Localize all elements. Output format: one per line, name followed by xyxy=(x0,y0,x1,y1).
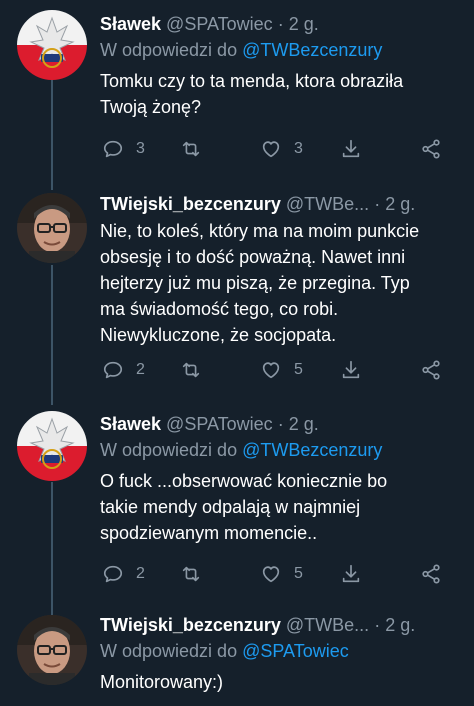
action-bar: 2 5 xyxy=(100,359,450,383)
reply-context: W odpowiedzi do @TWBezcenzury xyxy=(100,438,462,462)
retweet-icon xyxy=(182,362,200,378)
tweet-text: O fuck ...obserwować koniecznie bo takie… xyxy=(100,468,462,546)
tweet-text-line: ma świadomość tego, co robi. xyxy=(100,299,339,319)
retweet-button[interactable] xyxy=(180,138,202,160)
share-menu-button[interactable] xyxy=(420,563,442,585)
man-glasses-icon xyxy=(17,615,87,685)
reply-prefix: W odpowiedzi do xyxy=(100,641,238,661)
heart-icon xyxy=(262,141,280,158)
timestamp[interactable]: 2 g. xyxy=(385,192,415,216)
reply-prefix: W odpowiedzi do xyxy=(100,40,238,60)
reply-mention-link[interactable]: @TWBezcenzury xyxy=(242,440,382,460)
tweet[interactable]: Sławek @SPATowiec · 2 g. W odpowiedzi do… xyxy=(0,405,474,615)
author-name[interactable]: TWiejski_bezcenzury xyxy=(100,192,281,216)
police-logo-icon xyxy=(17,411,87,481)
heart-icon xyxy=(262,362,280,379)
like-button[interactable]: 5 xyxy=(260,359,303,381)
tweet[interactable]: TWiejski_bezcenzury @TWBe... · 2 g. W od… xyxy=(0,615,474,706)
tweet[interactable]: TWiejski_bezcenzury @TWBe... · 2 g. Nie,… xyxy=(0,185,474,405)
tweet-text-line: hejterzy już mu piszą, że przegina. Typ xyxy=(100,273,410,293)
author-handle[interactable]: @TWBe... xyxy=(286,613,369,637)
heart-icon xyxy=(262,566,280,583)
tweet-text: Nie, to koleś, który ma na moim punkcie … xyxy=(100,218,462,348)
action-bar: 2 5 xyxy=(100,563,450,587)
tweet-text: Tomku czy to ta menda, ktora obraziła Tw… xyxy=(100,68,462,120)
tweet-text-line: obsesję i to dość poważną. Nawet inni xyxy=(100,247,406,267)
reply-icon xyxy=(103,361,123,379)
timestamp[interactable]: 2 g. xyxy=(289,412,319,436)
reply-prefix: W odpowiedzi do xyxy=(100,440,238,460)
like-button[interactable]: 3 xyxy=(260,138,303,160)
retweet-button[interactable] xyxy=(180,563,202,585)
like-count: 5 xyxy=(294,361,303,378)
author-handle[interactable]: @SPATowiec xyxy=(166,412,273,436)
tweet-text-line: Monitorowany:) xyxy=(100,672,224,692)
avatar[interactable] xyxy=(17,411,87,481)
action-bar: 3 3 xyxy=(100,138,450,162)
separator-dot: · xyxy=(277,14,284,34)
share-menu-button[interactable] xyxy=(420,138,442,160)
share-arrow-icon xyxy=(342,139,360,158)
reply-context: W odpowiedzi do @TWBezcenzury xyxy=(100,38,462,62)
share-button[interactable] xyxy=(340,359,362,381)
avatar[interactable] xyxy=(17,10,87,80)
retweet-button[interactable] xyxy=(180,359,202,381)
timeline: Sławek @SPATowiec · 2 g. W odpowiedzi do… xyxy=(0,0,474,706)
reply-context: W odpowiedzi do @SPATowiec xyxy=(100,639,462,663)
avatar[interactable] xyxy=(17,193,87,263)
reply-button[interactable]: 3 xyxy=(102,138,145,160)
reply-count: 2 xyxy=(136,361,145,378)
tweet-text-line: Niewykluczone, że socjopata. xyxy=(100,325,337,345)
reply-button[interactable]: 2 xyxy=(102,563,145,585)
share-arrow-icon xyxy=(342,564,360,583)
author-handle[interactable]: @SPATowiec xyxy=(166,12,273,36)
tweet-text-line: Tomku czy to ta menda, ktora obraziła xyxy=(100,71,404,91)
tweet-text-line: Nie, to koleś, który ma na moim punkcie xyxy=(100,221,420,241)
retweet-icon xyxy=(182,141,200,157)
share-nodes-icon xyxy=(422,564,440,584)
tweet-text-line: O fuck ...obserwować koniecznie bo xyxy=(100,471,388,491)
reply-mention-link[interactable]: @SPATowiec xyxy=(242,641,349,661)
timestamp[interactable]: 2 g. xyxy=(385,613,415,637)
separator-dot: · xyxy=(374,615,381,635)
share-nodes-icon xyxy=(422,360,440,380)
separator-dot: · xyxy=(374,194,381,214)
tweet-text-line: takie mendy odpalają w najmniej xyxy=(100,497,361,517)
like-count: 3 xyxy=(294,140,303,157)
author-name[interactable]: Sławek xyxy=(100,12,161,36)
tweet-text: Monitorowany:) xyxy=(100,669,462,695)
man-glasses-icon xyxy=(17,193,87,263)
tweet-text-line: spodziewanym momencie.. xyxy=(100,523,318,543)
author-name[interactable]: TWiejski_bezcenzury xyxy=(100,613,281,637)
tweet[interactable]: Sławek @SPATowiec · 2 g. W odpowiedzi do… xyxy=(0,0,474,185)
author-handle[interactable]: @TWBe... xyxy=(286,192,369,216)
timestamp[interactable]: 2 g. xyxy=(289,12,319,36)
like-button[interactable]: 5 xyxy=(260,563,303,585)
police-logo-icon xyxy=(17,10,87,80)
like-count: 5 xyxy=(294,565,303,582)
reply-button[interactable]: 2 xyxy=(102,359,145,381)
reply-icon xyxy=(103,140,123,158)
author-name[interactable]: Sławek xyxy=(100,412,161,436)
reply-count: 2 xyxy=(136,565,145,582)
tweet-text-line: Twoją żonę? xyxy=(100,97,202,117)
reply-count: 3 xyxy=(136,140,145,157)
reply-icon xyxy=(103,565,123,583)
reply-mention-link[interactable]: @TWBezcenzury xyxy=(242,40,382,60)
retweet-icon xyxy=(182,566,200,582)
avatar[interactable] xyxy=(17,615,87,685)
share-button[interactable] xyxy=(340,563,362,585)
share-arrow-icon xyxy=(342,360,360,379)
share-nodes-icon xyxy=(422,139,440,159)
share-menu-button[interactable] xyxy=(420,359,442,381)
share-button[interactable] xyxy=(340,138,362,160)
separator-dot: · xyxy=(277,414,284,434)
